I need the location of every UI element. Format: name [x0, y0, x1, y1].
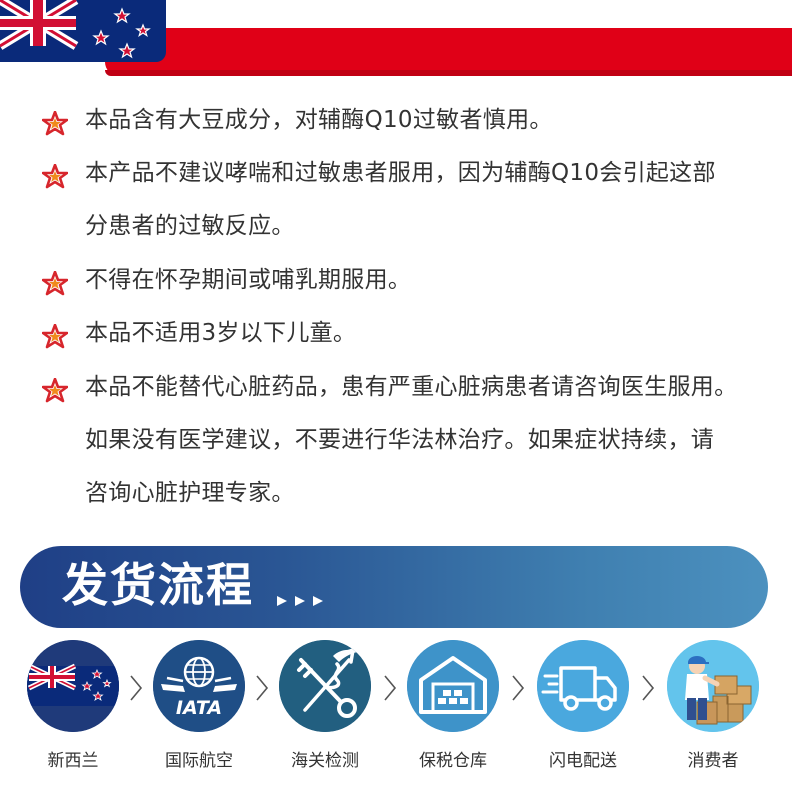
warehouse-icon	[407, 640, 499, 732]
chevron-right-icon	[382, 674, 398, 702]
process-steps: 新西兰 IATA 国际航空 海关检测 保税仓库 闪电配送 消费者	[0, 640, 792, 800]
warning-line: 本品不适用3岁以下儿童。	[85, 320, 357, 346]
new-zealand-flag-icon	[0, 0, 166, 62]
chevron-right-icon	[128, 674, 144, 702]
triple-arrow-icon	[275, 592, 335, 610]
step-label: 保税仓库	[419, 751, 487, 771]
chevron-right-icon	[254, 674, 270, 702]
step-warehouse: 保税仓库	[398, 640, 508, 790]
svg-text:IATA: IATA	[176, 697, 222, 719]
header	[0, 0, 792, 80]
iata-icon: IATA	[153, 640, 245, 732]
delivery-truck-icon	[537, 640, 629, 732]
step-label: 海关检测	[291, 751, 359, 771]
step-consumer: 消费者	[658, 640, 768, 790]
shipping-process-banner: 发货流程	[20, 546, 768, 628]
step-delivery: 闪电配送	[528, 640, 638, 790]
warning-line: 分患者的过敏反应。	[85, 213, 295, 239]
step-customs: 海关检测	[270, 640, 380, 790]
red-star-icon	[41, 270, 69, 297]
header-red-bar	[105, 28, 792, 76]
step-new-zealand: 新西兰	[18, 640, 128, 790]
chevron-right-icon	[640, 674, 656, 702]
customs-icon	[279, 640, 371, 732]
header-red-bar-shadow	[105, 70, 792, 76]
consumer-icon	[667, 640, 759, 732]
warning-line: 本产品不建议哮喘和过敏患者服用，因为辅酶Q10会引起这部	[85, 160, 716, 186]
red-star-icon	[41, 377, 69, 404]
step-label: 消费者	[687, 751, 739, 771]
banner-title: 发货流程	[62, 558, 254, 612]
step-label: 闪电配送	[549, 751, 617, 771]
warning-line: 本品不能替代心脏药品，患有严重心脏病患者请咨询医生服用。	[85, 374, 738, 400]
warning-line: 不得在怀孕期间或哺乳期服用。	[85, 267, 412, 293]
warning-line: 本品含有大豆成分，对辅酶Q10过敏者慎用。	[85, 107, 553, 133]
red-star-icon	[41, 110, 69, 137]
step-label: 新西兰	[47, 751, 99, 771]
warning-line: 咨询心脏护理专家。	[85, 480, 295, 506]
warning-line: 如果没有医学建议，不要进行华法林治疗。如果症状持续，请	[85, 427, 715, 453]
chevron-right-icon	[510, 674, 526, 702]
red-star-icon	[41, 163, 69, 190]
red-star-icon	[41, 323, 69, 350]
step-label: 国际航空	[165, 751, 233, 771]
step-air: IATA 国际航空	[144, 640, 254, 790]
new-zealand-flag-icon	[27, 640, 119, 732]
